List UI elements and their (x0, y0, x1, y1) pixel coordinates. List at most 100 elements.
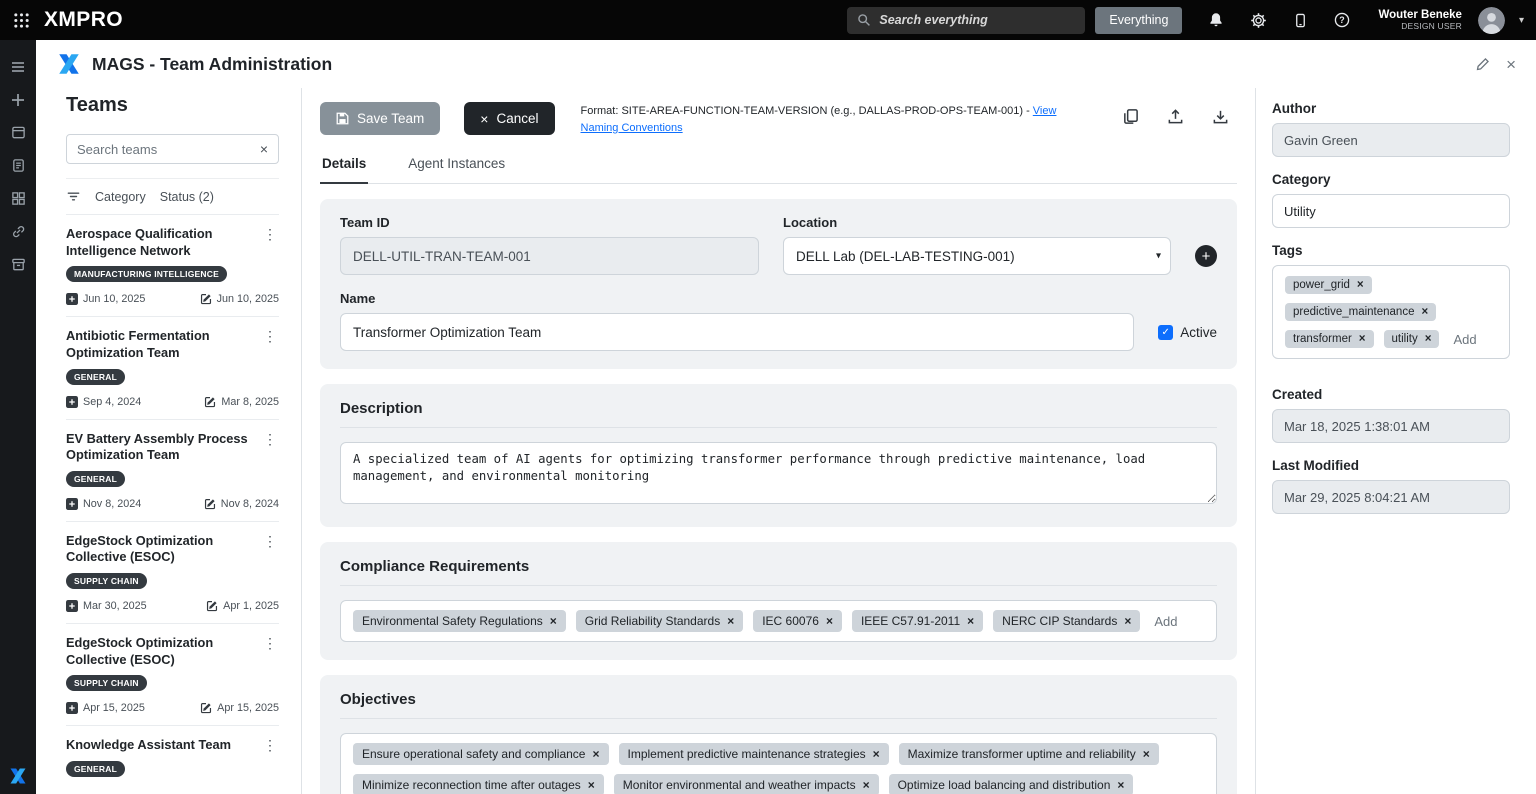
grid-icon[interactable] (3, 182, 33, 215)
compliance-section: Compliance Requirements Environmental Sa… (320, 542, 1237, 660)
compliance-tagbox[interactable]: Environmental Safety Regulations× Grid R… (340, 600, 1217, 642)
add-compliance-tag[interactable]: Add (1154, 614, 1177, 629)
meta-tag: predictive_maintenance× (1285, 303, 1436, 321)
form-toolbar: Save Team × Cancel Format: SITE-AREA-FUN… (320, 102, 1237, 136)
help-icon[interactable]: ? (1329, 7, 1355, 33)
chevron-down-icon: ▾ (1156, 251, 1161, 262)
active-label: Active (1180, 325, 1217, 340)
close-icon[interactable]: × (1506, 56, 1516, 73)
remove-tag-icon[interactable]: × (550, 614, 557, 628)
copy-icon[interactable] (1122, 108, 1139, 125)
add-location-button[interactable]: + (1195, 245, 1217, 267)
teams-search-input[interactable] (77, 142, 254, 157)
remove-tag-icon[interactable]: × (1117, 778, 1124, 792)
team-name-field[interactable] (340, 313, 1134, 351)
kebab-menu-icon[interactable]: ⋮ (261, 635, 279, 652)
kebab-menu-icon[interactable]: ⋮ (261, 226, 279, 243)
topbar: XMPRO Everything (0, 0, 1536, 40)
add-icon[interactable] (3, 83, 33, 116)
team-card[interactable]: EdgeStock Optimization Collective (ESOC)… (66, 521, 279, 623)
remove-tag-icon[interactable]: × (1143, 747, 1150, 761)
cancel-button[interactable]: × Cancel (464, 102, 554, 135)
xmpro-x-logo-small[interactable] (0, 766, 36, 786)
remove-tag-icon[interactable]: × (1124, 614, 1131, 628)
global-search[interactable] (847, 7, 1085, 34)
settings-gear-icon[interactable] (1245, 7, 1271, 33)
kebab-menu-icon[interactable]: ⋮ (261, 533, 279, 550)
search-scope-button[interactable]: Everything (1095, 7, 1182, 34)
compliance-tag: Grid Reliability Standards× (576, 610, 743, 632)
active-checkbox[interactable]: ✓ Active (1158, 325, 1217, 340)
team-card[interactable]: Knowledge Assistant Team ⋮ GENERAL (66, 725, 279, 788)
created-icon (66, 396, 78, 408)
global-search-input[interactable] (879, 13, 1075, 27)
upload-icon[interactable] (1167, 108, 1184, 125)
team-card[interactable]: Aerospace Qualification Intelligence Net… (66, 214, 279, 316)
location-select[interactable]: DELL Lab (DEL-LAB-TESTING-001) (783, 237, 1171, 275)
remove-tag-icon[interactable]: × (1425, 333, 1432, 345)
created-date: Mar 30, 2025 (66, 600, 147, 612)
modified-icon (200, 293, 212, 305)
tab-details[interactable]: Details (320, 156, 368, 184)
created-date: Nov 8, 2024 (66, 498, 141, 510)
team-card[interactable]: EdgeStock Optimization Collective (ESOC)… (66, 623, 279, 725)
menu-icon[interactable] (3, 50, 33, 83)
category-badge: SUPPLY CHAIN (66, 573, 147, 589)
edit-icon[interactable] (1475, 57, 1490, 72)
clear-search-icon[interactable]: × (260, 141, 268, 157)
description-section: Description A specialized team of AI age… (320, 384, 1237, 527)
objectives-tagbox[interactable]: Ensure operational safety and compliance… (340, 733, 1217, 794)
archive-icon[interactable] (3, 248, 33, 281)
form-tabs: Details Agent Instances (320, 156, 1237, 184)
team-card[interactable]: EV Battery Assembly Process Optimization… (66, 419, 279, 521)
remove-tag-icon[interactable]: × (727, 614, 734, 628)
user-menu[interactable]: Wouter Beneke DESIGN USER (1378, 9, 1462, 32)
mobile-device-icon[interactable] (1287, 7, 1313, 33)
board-icon[interactable] (3, 116, 33, 149)
download-icon[interactable] (1212, 108, 1229, 125)
checkbox-checked-icon[interactable]: ✓ (1158, 325, 1173, 340)
teams-panel-title: Teams (66, 94, 279, 117)
objective-tag: Optimize load balancing and distribution… (889, 774, 1134, 794)
remove-tag-icon[interactable]: × (1421, 306, 1428, 318)
tags-label: Tags (1272, 243, 1510, 258)
teams-filters: Category Status (2) (66, 178, 279, 214)
description-textarea[interactable]: A specialized team of AI agents for opti… (340, 442, 1217, 504)
remove-tag-icon[interactable]: × (863, 778, 870, 792)
modified-date: Apr 15, 2025 (200, 702, 279, 714)
remove-tag-icon[interactable]: × (967, 614, 974, 628)
tags-tagbox[interactable]: power_grid× predictive_maintenance× tran… (1272, 265, 1510, 359)
created-date: Sep 4, 2024 (66, 396, 141, 408)
link-icon[interactable] (3, 215, 33, 248)
category-field[interactable] (1272, 194, 1510, 228)
kebab-menu-icon[interactable]: ⋮ (261, 737, 279, 754)
notifications-icon[interactable] (1203, 7, 1229, 33)
objective-tag: Maximize transformer uptime and reliabil… (899, 743, 1159, 765)
add-meta-tag[interactable]: Add (1453, 332, 1476, 347)
description-heading: Description (340, 400, 1217, 428)
teams-search[interactable]: × (66, 134, 279, 164)
save-team-button[interactable]: Save Team (320, 102, 440, 135)
remove-tag-icon[interactable]: × (1357, 279, 1364, 291)
kebab-menu-icon[interactable]: ⋮ (261, 328, 279, 345)
filter-category[interactable]: Category (95, 190, 146, 204)
remove-tag-icon[interactable]: × (873, 747, 880, 761)
filter-status[interactable]: Status (2) (160, 190, 214, 204)
remove-tag-icon[interactable]: × (588, 778, 595, 792)
app-launcher-icon[interactable] (8, 7, 34, 33)
tab-agent-instances[interactable]: Agent Instances (406, 156, 507, 183)
kebab-menu-icon[interactable]: ⋮ (261, 431, 279, 448)
page-title: MAGS - Team Administration (92, 54, 332, 75)
compliance-tag: Environmental Safety Regulations× (353, 610, 566, 632)
team-card[interactable]: Antibiotic Fermentation Optimization Tea… (66, 316, 279, 418)
remove-tag-icon[interactable]: × (1359, 333, 1366, 345)
user-caret-icon[interactable]: ▾ (1519, 15, 1524, 26)
content: MAGS - Team Administration × Teams × (36, 40, 1536, 794)
compliance-heading: Compliance Requirements (340, 558, 1217, 586)
avatar[interactable] (1478, 7, 1505, 34)
clipboard-icon[interactable] (3, 149, 33, 182)
remove-tag-icon[interactable]: × (592, 747, 599, 761)
modified-icon (200, 702, 212, 714)
remove-tag-icon[interactable]: × (826, 614, 833, 628)
created-icon (66, 600, 78, 612)
